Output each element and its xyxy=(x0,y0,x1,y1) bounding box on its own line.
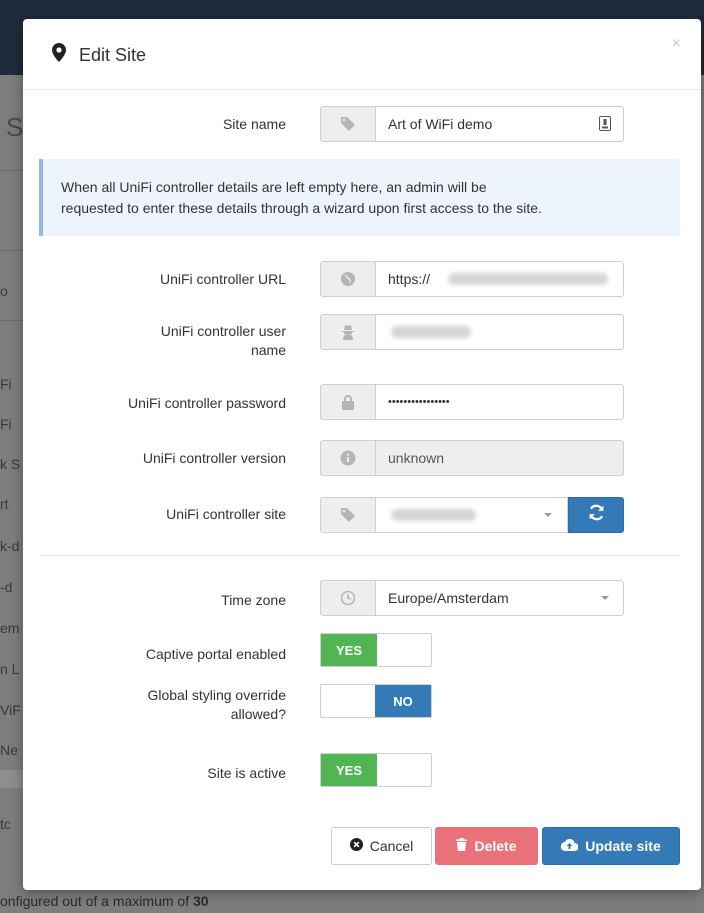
background-list-item: rt xyxy=(0,496,9,512)
lock-icon xyxy=(320,384,376,420)
controller-version-label: UniFi controller version xyxy=(142,450,286,466)
time-zone-label: Time zone xyxy=(221,592,286,608)
refresh-sites-button[interactable] xyxy=(568,497,624,533)
toggle-yes-label: YES xyxy=(321,754,377,786)
site-name-input[interactable] xyxy=(376,106,624,142)
globe-icon xyxy=(320,261,376,297)
tag-icon xyxy=(320,497,376,533)
map-marker-icon xyxy=(52,43,66,67)
toggle-yes-label: YES xyxy=(321,634,377,666)
footer-text: onfigured out of a maximum of xyxy=(0,893,193,909)
controller-version-value: unknown xyxy=(388,450,445,466)
cancel-button[interactable]: Cancel xyxy=(331,827,432,865)
clock-icon xyxy=(320,580,376,616)
controller-url-value: https:// xyxy=(388,271,431,287)
info-text-line: When all UniFi controller details are le… xyxy=(61,179,487,195)
user-secret-icon xyxy=(320,314,376,350)
background-list-item: o xyxy=(0,283,8,299)
background-side-text: tc xyxy=(0,816,11,832)
background-list-item: em xyxy=(0,620,20,636)
trash-icon xyxy=(456,838,468,854)
edit-site-modal: Edit Site × Site name When all UniFi con… xyxy=(23,19,701,890)
background-list-item: k S xyxy=(0,456,21,472)
update-site-label: Update site xyxy=(585,838,661,854)
background-list-item: ViF xyxy=(0,702,21,718)
controller-user-label-line: name xyxy=(250,342,286,358)
controller-user-label-line: UniFi controller user xyxy=(160,323,286,339)
chevron-down-icon xyxy=(544,513,552,517)
captive-portal-label: Captive portal enabled xyxy=(145,646,286,662)
footer-count: 30 xyxy=(193,893,209,909)
global-styling-label-line: Global styling override xyxy=(147,687,286,703)
modal-header: Edit Site × xyxy=(23,19,701,90)
info-alert: When all UniFi controller details are le… xyxy=(39,159,680,236)
delete-button[interactable]: Delete xyxy=(435,827,538,865)
background-heading: S xyxy=(6,112,24,142)
captive-portal-toggle[interactable]: YES xyxy=(320,633,432,667)
controller-user-label: UniFi controller user name xyxy=(46,322,286,360)
global-styling-label-line: allowed? xyxy=(230,706,286,722)
site-active-label: Site is active xyxy=(207,765,286,781)
background-list-item: Fi xyxy=(0,376,12,392)
controller-password-input[interactable]: •••••••••••••••• xyxy=(376,384,624,420)
contact-card-icon[interactable] xyxy=(599,116,611,136)
modal-title: Edit Site xyxy=(79,45,147,65)
chevron-down-icon xyxy=(601,596,609,600)
cancel-label: Cancel xyxy=(369,838,414,854)
section-divider xyxy=(39,555,680,556)
info-circle-icon xyxy=(320,440,376,476)
toggle-no-label: NO xyxy=(375,685,431,717)
cloud-upload-icon xyxy=(561,838,579,854)
time-zone-select[interactable]: Europe/Amsterdam xyxy=(376,580,624,616)
background-list-item: k-d xyxy=(0,538,20,554)
background-footer: onfigured out of a maximum of 30 xyxy=(0,893,209,909)
redacted-site xyxy=(391,509,476,521)
global-styling-toggle[interactable]: NO xyxy=(320,684,432,718)
background-list-item: -d xyxy=(0,579,13,595)
site-active-toggle[interactable]: YES xyxy=(320,753,432,787)
close-icon[interactable]: × xyxy=(672,35,681,53)
update-site-button[interactable]: Update site xyxy=(542,827,680,865)
global-styling-label: Global styling override allowed? xyxy=(46,686,286,724)
tag-icon xyxy=(320,106,376,142)
redacted-user xyxy=(391,326,471,338)
password-dots: •••••••••••••••• xyxy=(388,396,450,408)
controller-version-field: unknown xyxy=(376,440,624,476)
times-circle-icon xyxy=(349,838,363,854)
refresh-icon xyxy=(588,504,605,526)
site-name-label: Site name xyxy=(222,116,286,132)
delete-label: Delete xyxy=(474,838,517,854)
background-list-item: n L xyxy=(0,661,20,677)
info-text-line: requested to enter these details through… xyxy=(61,200,542,216)
controller-site-label: UniFi controller site xyxy=(166,506,286,522)
controller-password-label: UniFi controller password xyxy=(128,395,286,411)
background-list-item: Ne xyxy=(0,742,18,758)
redacted-url xyxy=(448,273,608,285)
controller-url-label: UniFi controller URL xyxy=(159,271,286,287)
time-zone-value: Europe/Amsterdam xyxy=(388,590,509,606)
background-list-item: Fi xyxy=(0,416,12,432)
